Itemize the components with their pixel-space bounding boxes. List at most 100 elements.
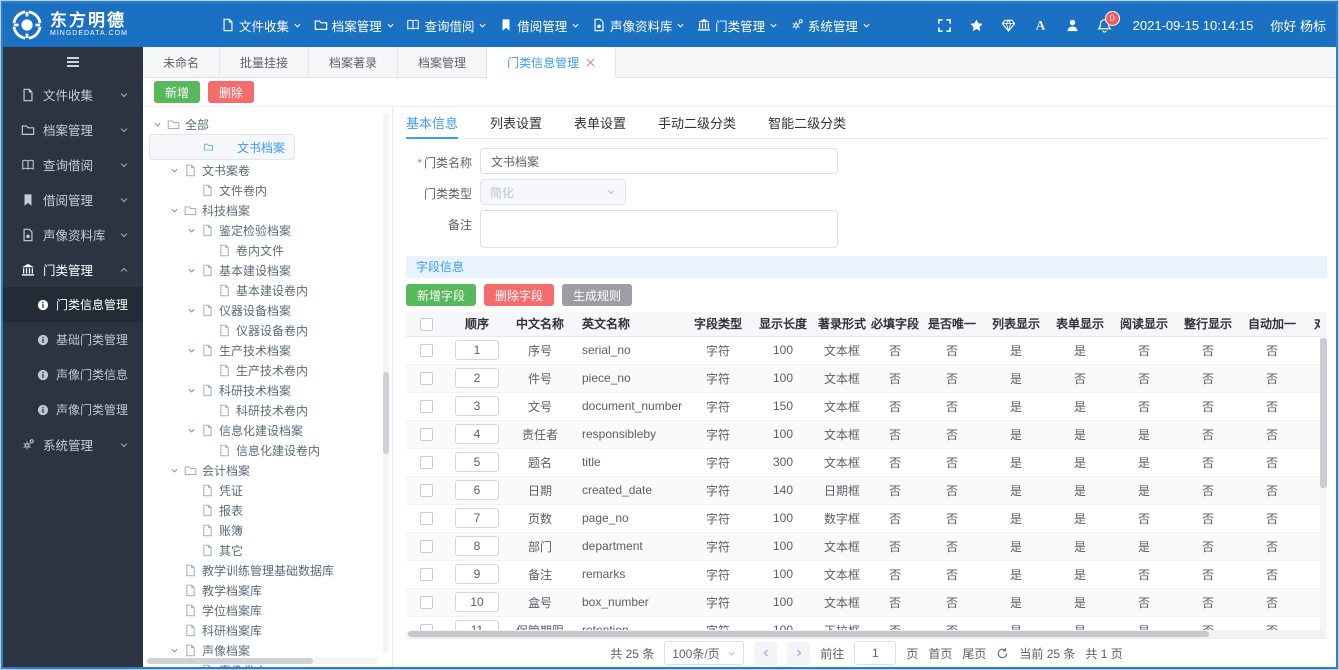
order-input[interactable] bbox=[455, 452, 499, 472]
workspace-tab-2[interactable]: 批量挂接 bbox=[220, 47, 310, 77]
tree-node[interactable]: 账簿 bbox=[149, 520, 378, 540]
tree-node[interactable]: 鉴定检验档案 bbox=[149, 220, 378, 240]
sidebar-item-1[interactable]: 文件收集 bbox=[3, 77, 143, 112]
row-checkbox[interactable] bbox=[419, 540, 433, 554]
tree-node[interactable]: 文件卷内 bbox=[149, 180, 378, 200]
tree-node[interactable]: 凭证 bbox=[149, 480, 378, 500]
sidebar-item-2[interactable]: 档案管理 bbox=[3, 112, 143, 147]
panel-tab-4[interactable]: 手动二级分类 bbox=[658, 107, 736, 139]
tree-node[interactable]: 全部 bbox=[149, 114, 378, 134]
font-size-icon[interactable]: A bbox=[1033, 18, 1048, 33]
tree-node[interactable]: 生产技术卷内 bbox=[149, 360, 378, 380]
tree-node[interactable]: 仪器设备卷内 bbox=[149, 320, 378, 340]
theme-gem-icon[interactable] bbox=[1001, 18, 1016, 33]
order-input[interactable] bbox=[455, 592, 499, 612]
panel-tab-3[interactable]: 表单设置 bbox=[574, 107, 626, 139]
tree-node[interactable]: 学位档案库 bbox=[149, 600, 378, 620]
order-input[interactable] bbox=[455, 508, 499, 528]
topbar-menu-4[interactable]: 借阅管理 bbox=[499, 16, 580, 35]
workspace-tab-3[interactable]: 档案著录 bbox=[309, 47, 399, 77]
tree-node[interactable]: 教学训练管理基础数据库 bbox=[149, 560, 378, 580]
order-input[interactable] bbox=[455, 620, 499, 630]
workspace-tab-4[interactable]: 档案管理 bbox=[398, 47, 488, 77]
tree-vertical-scrollbar[interactable] bbox=[383, 113, 389, 653]
star-icon[interactable] bbox=[969, 18, 984, 33]
sidebar-item-7[interactable]: 系统管理 bbox=[3, 427, 143, 462]
fullscreen-icon[interactable] bbox=[937, 18, 952, 33]
generate-rule-button[interactable]: 生成规则 bbox=[562, 284, 633, 306]
topbar-menu-1[interactable]: 文件收集 bbox=[221, 16, 302, 35]
tree-node[interactable]: 科技档案 bbox=[149, 200, 378, 220]
add-button[interactable]: 新增 bbox=[154, 81, 201, 103]
sidebar-subitem[interactable]: 声像门类信息 bbox=[3, 357, 143, 392]
row-checkbox[interactable] bbox=[419, 372, 433, 386]
prev-page-button[interactable] bbox=[754, 641, 778, 665]
tree-node[interactable]: 基本建设档案 bbox=[149, 260, 378, 280]
refresh-icon[interactable] bbox=[996, 647, 1009, 660]
order-input[interactable] bbox=[455, 536, 499, 556]
sidebar-item-4[interactable]: 借阅管理 bbox=[3, 182, 143, 217]
order-input[interactable] bbox=[455, 424, 499, 444]
topbar-menu-2[interactable]: 档案管理 bbox=[314, 16, 395, 35]
table-horizontal-scrollbar[interactable] bbox=[406, 630, 1327, 638]
row-checkbox[interactable] bbox=[419, 400, 433, 414]
tree-node[interactable]: 声像档案 bbox=[149, 640, 378, 660]
row-checkbox[interactable] bbox=[419, 568, 433, 582]
workspace-tab-1[interactable]: 未命名 bbox=[143, 47, 221, 77]
first-page-link[interactable]: 首页 bbox=[928, 645, 952, 662]
panel-tab-1[interactable]: 基本信息 bbox=[406, 107, 459, 139]
page-number-input[interactable] bbox=[854, 641, 897, 665]
tree-horizontal-scrollbar[interactable] bbox=[147, 658, 378, 664]
remark-textarea[interactable] bbox=[480, 210, 838, 248]
tree-node[interactable]: 科研技术档案 bbox=[149, 380, 378, 400]
select-all-checkbox[interactable] bbox=[419, 317, 433, 331]
category-name-input[interactable] bbox=[480, 148, 838, 174]
delete-field-button[interactable]: 删除字段 bbox=[484, 284, 555, 306]
last-page-link[interactable]: 尾页 bbox=[962, 645, 986, 662]
tree-node[interactable]: 仪器设备档案 bbox=[149, 300, 378, 320]
tree-node[interactable]: 其它 bbox=[149, 540, 378, 560]
tree-node[interactable]: 信息化建设卷内 bbox=[149, 440, 378, 460]
page-size-select[interactable]: 100条/页 bbox=[664, 641, 745, 665]
sidebar-item-6[interactable]: 门类管理 bbox=[3, 252, 143, 287]
panel-tab-2[interactable]: 列表设置 bbox=[490, 107, 542, 139]
row-checkbox[interactable] bbox=[419, 484, 433, 498]
tree-node[interactable]: 基本建设卷内 bbox=[149, 280, 378, 300]
tree-node[interactable]: 会计档案 bbox=[149, 460, 378, 480]
topbar-menu-3[interactable]: 查询借阅 bbox=[406, 16, 487, 35]
user-icon[interactable] bbox=[1065, 18, 1080, 33]
sidebar-subitem[interactable]: 门类信息管理 bbox=[3, 287, 143, 322]
order-input[interactable] bbox=[455, 480, 499, 500]
order-input[interactable] bbox=[455, 564, 499, 584]
tree-node[interactable]: 信息化建设档案 bbox=[149, 420, 378, 440]
tree-node[interactable]: 报表 bbox=[149, 500, 378, 520]
tree-node[interactable]: 教学档案库 bbox=[149, 580, 378, 600]
delete-button[interactable]: 删除 bbox=[208, 81, 255, 103]
tree-node[interactable]: 卷内文件 bbox=[149, 240, 378, 260]
tree-node[interactable]: 生产技术档案 bbox=[149, 340, 378, 360]
sidebar-subitem[interactable]: 基础门类管理 bbox=[3, 322, 143, 357]
sidebar-item-3[interactable]: 查询借阅 bbox=[3, 147, 143, 182]
sidebar-item-5[interactable]: 声像资料库 bbox=[3, 217, 143, 252]
workspace-tab-5[interactable]: 门类信息管理 bbox=[487, 47, 617, 78]
topbar-menu-6[interactable]: 门类管理 bbox=[697, 16, 778, 35]
add-field-button[interactable]: 新增字段 bbox=[406, 284, 477, 306]
order-input[interactable] bbox=[455, 340, 499, 360]
panel-tab-5[interactable]: 智能二级分类 bbox=[768, 107, 846, 139]
row-checkbox[interactable] bbox=[419, 512, 433, 526]
row-checkbox[interactable] bbox=[419, 456, 433, 470]
table-vertical-scrollbar[interactable] bbox=[1320, 312, 1327, 630]
tree-node[interactable]: 科研技术卷内 bbox=[149, 400, 378, 420]
sidebar-collapse-button[interactable] bbox=[65, 54, 81, 70]
notifications[interactable]: 0 bbox=[1097, 10, 1120, 33]
tree-node[interactable]: 文书案卷 bbox=[149, 160, 378, 180]
tree-node[interactable]: 文书档案 bbox=[149, 134, 295, 160]
category-type-select[interactable]: 简化 bbox=[480, 179, 626, 205]
row-checkbox[interactable] bbox=[419, 344, 433, 358]
next-page-button[interactable] bbox=[787, 641, 811, 665]
topbar-menu-5[interactable]: 声像资料库 bbox=[592, 16, 686, 35]
topbar-menu-7[interactable]: 系统管理 bbox=[790, 16, 871, 35]
row-checkbox[interactable] bbox=[419, 428, 433, 442]
order-input[interactable] bbox=[455, 396, 499, 416]
sidebar-subitem[interactable]: 声像门类管理 bbox=[3, 392, 143, 427]
